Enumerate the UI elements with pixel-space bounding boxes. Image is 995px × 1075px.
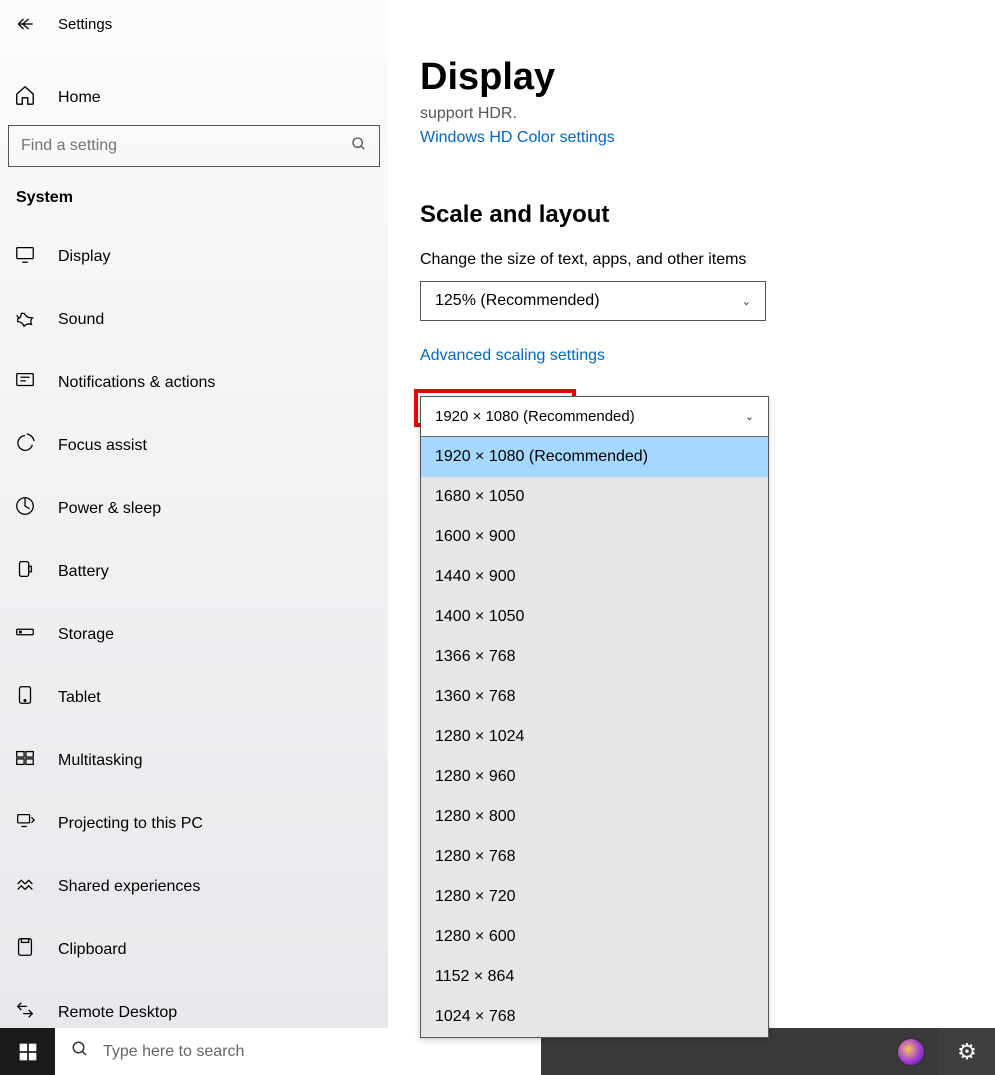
resolution-option[interactable]: 1920 × 1080 (Recommended): [421, 437, 768, 477]
scale-section-title: Scale and layout: [420, 201, 995, 229]
nav-icon: [14, 369, 36, 396]
sidebar-item-clipboard[interactable]: Clipboard: [0, 918, 388, 981]
home-icon: [14, 84, 36, 111]
taskbar-search-placeholder: Type here to search: [103, 1043, 244, 1061]
sidebar-item-label: Power & sleep: [58, 500, 161, 518]
scale-value: 125% (Recommended): [435, 292, 600, 310]
hdr-settings-link[interactable]: Windows HD Color settings: [420, 129, 995, 147]
sidebar: Settings Home System Display Sound Notific…: [0, 0, 388, 1028]
nav-icon: [14, 432, 36, 459]
sidebar-item-sound[interactable]: Sound: [0, 288, 388, 351]
resolution-option[interactable]: 1366 × 768: [421, 637, 768, 677]
sidebar-section-label: System: [0, 189, 388, 225]
resolution-option[interactable]: 1280 × 800: [421, 797, 768, 837]
firefox-icon[interactable]: [883, 1028, 939, 1075]
sidebar-item-label: Projecting to this PC: [58, 815, 203, 833]
nav-icon: [14, 495, 36, 522]
sidebar-item-label: Display: [58, 248, 110, 266]
window-title: Settings: [58, 16, 112, 33]
resolution-option[interactable]: 1024 × 768: [421, 997, 768, 1037]
sidebar-item-multitasking[interactable]: Multitasking: [0, 729, 388, 792]
chevron-down-icon: ⌄: [745, 410, 754, 423]
sidebar-item-label: Remote Desktop: [58, 1004, 177, 1022]
nav-icon: [14, 747, 36, 774]
nav-icon: [14, 684, 36, 711]
resolution-option[interactable]: 1280 × 720: [421, 877, 768, 917]
nav-icon: [14, 558, 36, 585]
back-icon[interactable]: [16, 14, 36, 34]
nav-icon: [14, 810, 36, 837]
nav-icon: [14, 306, 36, 333]
sidebar-item-label: Focus assist: [58, 437, 147, 455]
gear-icon: ⚙: [957, 1039, 977, 1065]
sidebar-item-home[interactable]: Home: [0, 70, 388, 125]
resolution-option[interactable]: 1440 × 900: [421, 557, 768, 597]
search-input[interactable]: [21, 137, 351, 155]
nav-icon: [14, 936, 36, 963]
resolution-value: 1920 × 1080 (Recommended): [435, 408, 635, 425]
resolution-option[interactable]: 1600 × 900: [421, 517, 768, 557]
sidebar-item-label: Notifications & actions: [58, 374, 215, 392]
advanced-scaling-link[interactable]: Advanced scaling settings: [420, 347, 995, 365]
sidebar-item-battery[interactable]: Battery: [0, 540, 388, 603]
scale-label: Change the size of text, apps, and other…: [420, 251, 995, 269]
sidebar-item-label: Battery: [58, 563, 109, 581]
scale-select[interactable]: 125% (Recommended) ⌄: [420, 281, 766, 321]
sidebar-item-storage[interactable]: Storage: [0, 603, 388, 666]
sidebar-item-label: Shared experiences: [58, 878, 200, 896]
sidebar-item-display[interactable]: Display: [0, 225, 388, 288]
sidebar-item-remote-desktop[interactable]: Remote Desktop: [0, 981, 388, 1028]
resolution-option[interactable]: 1280 × 1024: [421, 717, 768, 757]
sidebar-item-label: Home: [58, 89, 101, 107]
page-title: Display: [420, 56, 995, 99]
resolution-option[interactable]: 1400 × 1050: [421, 597, 768, 637]
resolution-option[interactable]: 1360 × 768: [421, 677, 768, 717]
sidebar-item-label: Clipboard: [58, 941, 126, 959]
resolution-select[interactable]: 1920 × 1080 (Recommended) ⌄: [421, 397, 768, 437]
nav-icon: [14, 243, 36, 270]
hdr-text: support HDR.: [420, 105, 995, 123]
search-icon: [351, 136, 367, 156]
nav-icon: [14, 999, 36, 1026]
sidebar-search[interactable]: [8, 125, 380, 167]
nav-icon: [14, 621, 36, 648]
resolution-option[interactable]: 1280 × 768: [421, 837, 768, 877]
main-content: Display support HDR. Windows HD Color se…: [388, 0, 995, 1028]
resolution-option[interactable]: 1280 × 600: [421, 917, 768, 957]
resolution-option[interactable]: 1152 × 864: [421, 957, 768, 997]
nav-icon: [14, 873, 36, 900]
settings-tray-icon[interactable]: ⚙: [939, 1028, 995, 1075]
sidebar-item-label: Tablet: [58, 689, 101, 707]
sidebar-item-tablet[interactable]: Tablet: [0, 666, 388, 729]
sidebar-item-label: Multitasking: [58, 752, 142, 770]
sidebar-item-shared-experiences[interactable]: Shared experiences: [0, 855, 388, 918]
search-icon: [71, 1040, 89, 1063]
sidebar-item-label: Storage: [58, 626, 114, 644]
resolution-dropdown[interactable]: 1920 × 1080 (Recommended) ⌄ 1920 × 1080 …: [420, 396, 769, 1038]
sidebar-item-focus-assist[interactable]: Focus assist: [0, 414, 388, 477]
sidebar-item-label: Sound: [58, 311, 104, 329]
resolution-option[interactable]: 1280 × 960: [421, 757, 768, 797]
start-button[interactable]: [0, 1028, 55, 1075]
sidebar-item-notifications-actions[interactable]: Notifications & actions: [0, 351, 388, 414]
sidebar-item-power-sleep[interactable]: Power & sleep: [0, 477, 388, 540]
sidebar-item-projecting-to-this-pc[interactable]: Projecting to this PC: [0, 792, 388, 855]
resolution-option[interactable]: 1680 × 1050: [421, 477, 768, 517]
chevron-down-icon: ⌄: [742, 295, 751, 308]
